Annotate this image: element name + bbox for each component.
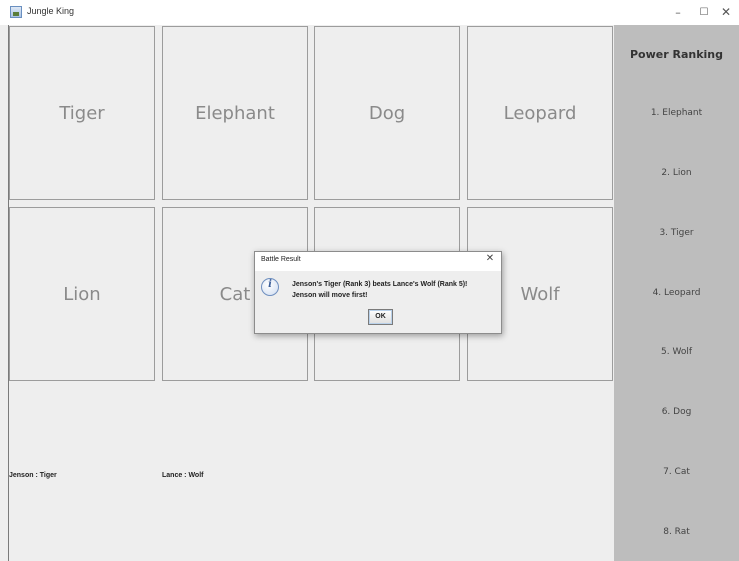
card-leopard[interactable]: Leopard bbox=[467, 26, 613, 200]
power-ranking-panel: Power Ranking 1. Elephant 2. Lion 3. Tig… bbox=[614, 25, 739, 561]
rank-item: 3. Tiger bbox=[659, 228, 694, 238]
info-icon: i bbox=[261, 278, 279, 296]
rank-item: 8. Rat bbox=[663, 527, 690, 537]
app-window: Jungle King – ☐ ✕ Tiger Elephant Dog Leo… bbox=[0, 0, 739, 561]
rank-item: 7. Cat bbox=[663, 467, 690, 477]
card-dog[interactable]: Dog bbox=[314, 26, 460, 200]
card-lion[interactable]: Lion bbox=[9, 207, 155, 381]
dialog-message-line2: Jenson will move first! bbox=[292, 292, 368, 299]
ok-button[interactable]: OK bbox=[368, 309, 393, 325]
rank-item: 5. Wolf bbox=[661, 347, 692, 357]
player2-selection: Lance : Wolf bbox=[162, 472, 204, 479]
dialog-title-bar[interactable]: Battle Result ✕ bbox=[255, 252, 501, 271]
dialog-close-icon[interactable]: ✕ bbox=[482, 253, 498, 269]
title-bar[interactable]: Jungle King – ☐ ✕ bbox=[0, 0, 739, 25]
rank-item: 2. Lion bbox=[661, 168, 692, 178]
card-elephant[interactable]: Elephant bbox=[162, 26, 308, 200]
window-title: Jungle King bbox=[27, 6, 75, 16]
battle-result-dialog: Battle Result ✕ i Jenson's Tiger (Rank 3… bbox=[254, 251, 502, 334]
close-button[interactable]: ✕ bbox=[711, 3, 739, 22]
dialog-title: Battle Result bbox=[261, 256, 301, 263]
dialog-message-line1: Jenson's Tiger (Rank 3) beats Lance's Wo… bbox=[292, 281, 468, 288]
power-ranking-title: Power Ranking bbox=[629, 48, 723, 61]
app-icon bbox=[10, 6, 22, 18]
player1-selection: Jenson : Tiger bbox=[9, 472, 57, 479]
card-tiger[interactable]: Tiger bbox=[9, 26, 155, 200]
rank-item: 6. Dog bbox=[661, 407, 692, 417]
rank-item: 4. Leopard bbox=[652, 288, 701, 298]
rank-item: 1. Elephant bbox=[650, 108, 703, 118]
